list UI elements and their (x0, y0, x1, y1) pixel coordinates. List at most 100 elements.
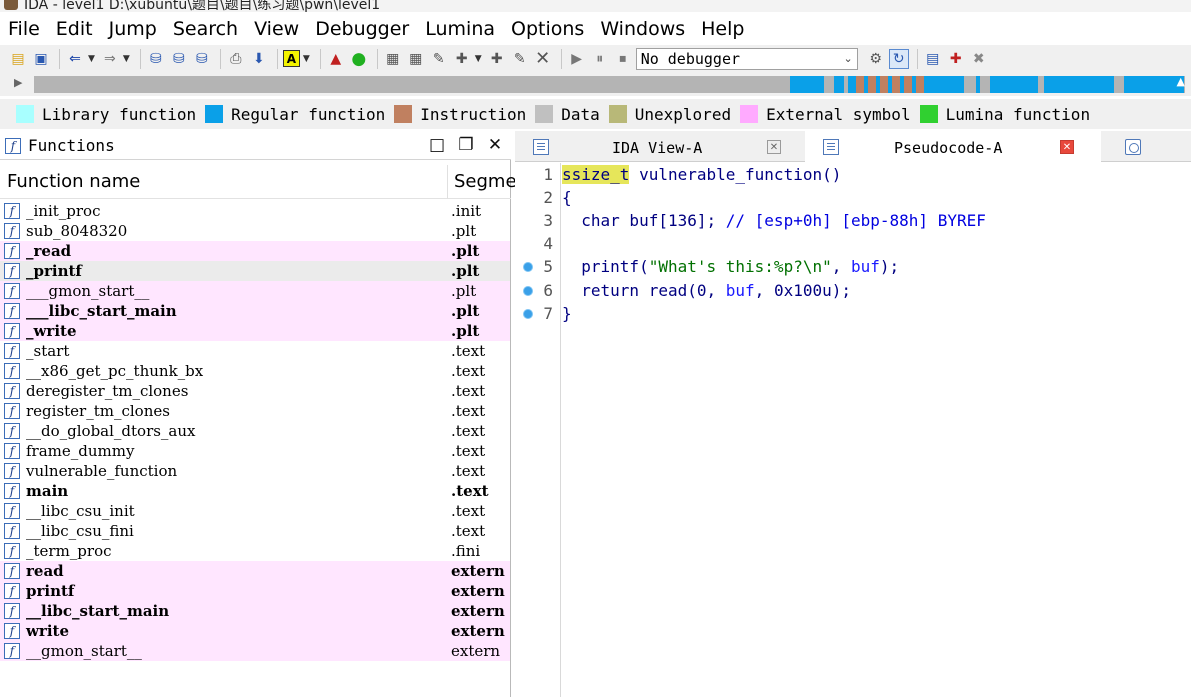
debugger-options-icon[interactable]: ⚙ (866, 49, 886, 69)
binary-search-icon[interactable]: ⛁ (146, 49, 166, 69)
function-row[interactable]: f frame_dummy .text (0, 441, 510, 461)
make-code-icon[interactable]: ▦ (383, 49, 403, 69)
pause-debug-icon[interactable]: ⏸ (590, 49, 610, 69)
make-array-icon[interactable]: ✚ (452, 49, 472, 69)
text-color-icon[interactable]: A (282, 50, 300, 67)
menu-lumina[interactable]: Lumina (425, 18, 495, 40)
function-name: __x86_get_pc_thunk_bx (26, 362, 204, 380)
function-row[interactable]: f _write .plt (0, 321, 510, 341)
function-row[interactable]: f printf extern (0, 581, 510, 601)
column-segment[interactable]: Segme (454, 171, 517, 192)
code-line[interactable]: 5 printf("What's this:%p?\n", buf); (515, 255, 1191, 278)
save-icon[interactable]: ▣ (31, 49, 51, 69)
function-row[interactable]: f __gmon_start__ extern (0, 641, 510, 661)
make-data-icon[interactable]: ▦ (406, 49, 426, 69)
navigation-band-track[interactable] (34, 76, 1185, 93)
delete-breakpoint-icon[interactable]: ✖ (969, 49, 989, 69)
close-tab-icon[interactable]: ✕ (1060, 140, 1074, 154)
legend-label: Data (561, 104, 600, 124)
pseudocode-view[interactable]: 1 ssize_t vulnerable_function() 2{3 char b… (515, 163, 1191, 697)
function-row[interactable]: f __libc_start_main extern (0, 601, 510, 621)
nav-arrow-icon[interactable]: ▶ (14, 76, 22, 89)
undefine-icon[interactable]: ✕ (533, 48, 553, 69)
code-line[interactable]: 7} (515, 302, 1191, 325)
function-row[interactable]: f __do_global_dtors_aux .text (0, 421, 510, 441)
function-row[interactable]: f __libc_csu_init .text (0, 501, 510, 521)
code-line[interactable]: 3 char buf[136]; // [esp+0h] [ebp-88h] B… (515, 209, 1191, 232)
legend-swatch (740, 105, 759, 123)
forward-icon[interactable]: ⇒ (100, 49, 120, 69)
function-row[interactable]: f deregister_tm_clones .text (0, 381, 510, 401)
function-row[interactable]: f __x86_get_pc_thunk_bx .text (0, 361, 510, 381)
make-array-dropdown-icon[interactable]: ▼ (475, 54, 482, 64)
open-file-icon[interactable]: ▤ (8, 49, 28, 69)
code-token: 0x100u (773, 280, 832, 300)
legend-label: Instruction (420, 104, 527, 124)
code-line[interactable]: 4 (515, 232, 1191, 255)
close-panel-button[interactable]: ✕ (485, 135, 505, 157)
maximize-panel-button[interactable]: □ (427, 135, 447, 157)
start-debug-icon[interactable]: ▶ (567, 49, 587, 69)
code-line[interactable]: 2{ (515, 186, 1191, 209)
forward-dropdown-icon[interactable]: ▼ (123, 54, 130, 64)
legend-label: External symbol (766, 104, 911, 124)
menu-edit[interactable]: Edit (56, 18, 93, 40)
functions-list: f _init_proc .init f sub_8048320 .plt f _read .p… (0, 201, 510, 661)
function-row[interactable]: f _term_proc .fini (0, 541, 510, 561)
column-divider[interactable] (447, 165, 448, 199)
debugger-select[interactable]: No debugger ⌄ (635, 47, 858, 70)
back-dropdown-icon[interactable]: ▼ (88, 54, 95, 64)
function-icon: f (5, 138, 21, 154)
immediate-search-icon[interactable]: ⛁ (192, 49, 212, 69)
menu-debugger[interactable]: Debugger (315, 18, 409, 40)
function-row[interactable]: f _printf .plt (0, 261, 510, 281)
text-color-dropdown-icon[interactable]: ▼ (303, 54, 310, 64)
close-tab-icon[interactable]: ✕ (767, 140, 781, 154)
menu-windows[interactable]: Windows (600, 18, 685, 40)
menu-view[interactable]: View (254, 18, 299, 40)
menu-search[interactable]: Search (173, 18, 238, 40)
add-breakpoint-icon[interactable]: ✚ (946, 49, 966, 69)
code-line[interactable]: 1 ssize_t vulnerable_function() (515, 163, 1191, 186)
menu-jump[interactable]: Jump (109, 18, 157, 40)
function-name: __gmon_start__ (26, 642, 142, 660)
switch-debugger-icon[interactable]: ↻ (888, 48, 909, 69)
function-row[interactable]: f _start .text (0, 341, 510, 361)
text-search-icon[interactable]: ⛁ (169, 49, 189, 69)
print-icon[interactable]: ⎙ (226, 49, 246, 69)
function-row[interactable]: f ___libc_start_main .plt (0, 301, 510, 321)
back-icon[interactable]: ⇐ (65, 49, 85, 69)
function-row[interactable]: f read extern (0, 561, 510, 581)
function-row[interactable]: f write extern (0, 621, 510, 641)
function-row[interactable]: f main .text (0, 481, 510, 501)
tab-pseudocode-a[interactable]: Pseudocode-A ✕ (805, 131, 1101, 162)
stop-debug-icon[interactable]: ⏹ (613, 49, 633, 69)
function-name: read (26, 562, 64, 580)
code-line[interactable]: 6 return read(0, buf, 0x100u); (515, 279, 1191, 302)
menu-options[interactable]: Options (511, 18, 584, 40)
function-row[interactable]: f sub_8048320 .plt (0, 221, 510, 241)
column-function-name[interactable]: Function name (7, 171, 140, 192)
navigation-segment (834, 76, 844, 93)
edit-function-icon[interactable]: ✎ (510, 49, 530, 69)
menu-file[interactable]: File (8, 18, 40, 40)
breakpoint-list-icon[interactable]: ▤ (923, 49, 943, 69)
graph-icon[interactable]: ▲ (326, 49, 346, 69)
code-token: () (822, 165, 842, 184)
function-row[interactable]: f register_tm_clones .text (0, 401, 510, 421)
function-row[interactable]: f _init_proc .init (0, 201, 510, 221)
make-ascii-icon[interactable]: ✎ (429, 49, 449, 69)
function-row[interactable]: f ___gmon_start__ .plt (0, 281, 510, 301)
tab-ida-view-a[interactable]: IDA View-A ✕ (515, 131, 805, 162)
function-row[interactable]: f _read .plt (0, 241, 510, 261)
hex-view-tab-icon[interactable] (1125, 139, 1141, 155)
jump-down-icon[interactable]: ⬇ (249, 49, 269, 69)
code-token: char buf[136]; (562, 211, 726, 231)
function-row[interactable]: f __libc_csu_fini .text (0, 521, 510, 541)
run-green-icon[interactable]: ● (349, 49, 369, 69)
function-row[interactable]: f vulnerable_function .text (0, 461, 510, 481)
function-icon: f (4, 563, 20, 579)
create-function-icon[interactable]: ✚ (487, 49, 507, 69)
menu-help[interactable]: Help (701, 18, 744, 40)
float-panel-button[interactable]: ❐ (456, 135, 476, 157)
